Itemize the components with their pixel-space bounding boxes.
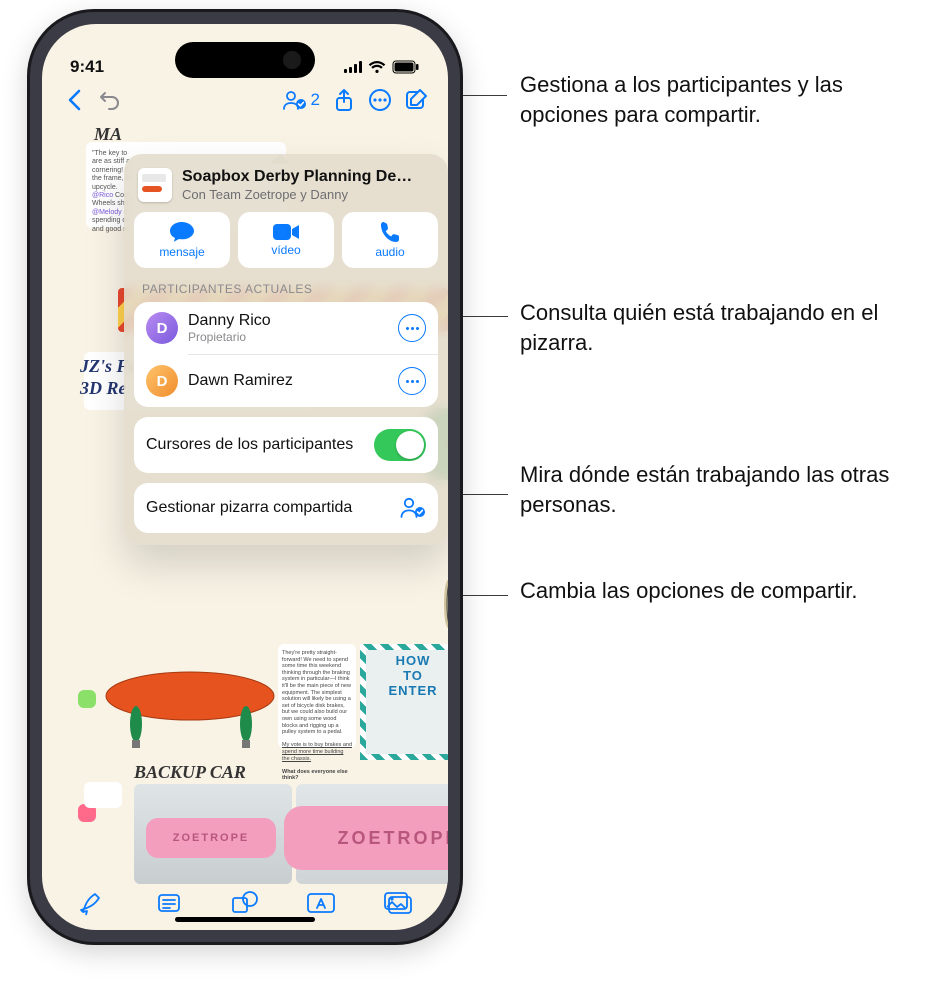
small-card — [84, 782, 122, 808]
photo-right: ZOETROPE — [296, 784, 448, 884]
board-thumbnail-icon — [138, 168, 172, 202]
message-button[interactable]: mensaje — [134, 212, 230, 268]
collaborate-button[interactable]: 2 — [277, 82, 326, 118]
participants-header: PARTICIPANTES ACTUALES — [142, 282, 432, 296]
participant-row[interactable]: D Dawn Ramirez — [134, 355, 438, 407]
brand-b: ZOETROPE — [284, 806, 448, 870]
battery-icon — [392, 60, 420, 74]
callout-cursors: Mira dónde están trabajando las otras pe… — [520, 460, 910, 519]
schematic-icon — [434, 574, 448, 634]
status-time: 9:41 — [70, 57, 104, 77]
audio-button[interactable]: audio — [342, 212, 438, 268]
participant-more-button[interactable] — [398, 367, 426, 395]
callout-manage: Cambia las opciones de compartir. — [520, 576, 910, 606]
participant-name: Dawn Ramirez — [188, 372, 388, 390]
handwriting: MA — [94, 124, 122, 146]
callout-participants: Consulta quién está trabajando en el piz… — [520, 298, 910, 357]
avatar: D — [146, 365, 178, 397]
more-button[interactable] — [362, 82, 398, 118]
phone-mockup: 9:41 — [30, 12, 460, 942]
backup-car-heading: BACKUP CAR — [134, 762, 246, 784]
audio-label: audio — [375, 245, 404, 259]
participant-row[interactable]: D Danny Rico Propietario — [134, 302, 438, 354]
participants-list: D Danny Rico Propietario D Dawn Ramirez — [134, 302, 438, 407]
cursors-toggle-row[interactable]: Cursores de los participantes — [134, 417, 438, 473]
dynamic-island — [175, 42, 315, 78]
cursors-label: Cursores de los participantes — [146, 435, 374, 454]
participant-role: Propietario — [188, 330, 388, 344]
manage-shared-board-button[interactable]: Gestionar pizarra compartida — [134, 483, 438, 533]
pen-tool-button[interactable] — [65, 883, 119, 923]
home-indicator — [175, 917, 315, 922]
sticky-green — [78, 690, 96, 708]
share-button[interactable] — [326, 82, 362, 118]
collaborate-icon — [400, 497, 426, 519]
enter-title: HOWTOENTER — [380, 654, 446, 699]
media-button[interactable] — [371, 883, 425, 923]
text-note-content: They're pretty straight-forward! We need… — [282, 650, 352, 782]
avatar: D — [146, 312, 178, 344]
participant-more-button[interactable] — [398, 314, 426, 342]
photo-left: ZOETROPE — [134, 784, 292, 884]
new-board-button[interactable] — [398, 82, 434, 118]
top-toolbar: 2 — [42, 78, 448, 122]
callout-collab: Gestiona a los participantes y las opcio… — [520, 70, 910, 129]
cellular-icon — [344, 61, 362, 73]
video-button[interactable]: vídeo — [238, 212, 334, 268]
message-label: mensaje — [159, 245, 204, 259]
manage-label: Gestionar pizarra compartida — [146, 498, 390, 517]
wifi-icon — [368, 60, 386, 74]
back-button[interactable] — [56, 82, 92, 118]
collab-count: 2 — [311, 90, 320, 110]
cursors-switch[interactable] — [374, 429, 426, 461]
popover-subtitle: Con Team Zoetrope y Danny — [182, 187, 432, 202]
screen: 9:41 — [42, 24, 448, 930]
popover-title: Soapbox Derby Planning De… — [182, 168, 432, 186]
participant-name: Danny Rico — [188, 312, 388, 330]
video-label: vídeo — [271, 243, 300, 257]
car-illustration — [100, 650, 280, 736]
brand-a: ZOETROPE — [146, 818, 276, 858]
undo-button[interactable] — [92, 82, 128, 118]
collaboration-popover: Soapbox Derby Planning De… Con Team Zoet… — [124, 154, 448, 545]
